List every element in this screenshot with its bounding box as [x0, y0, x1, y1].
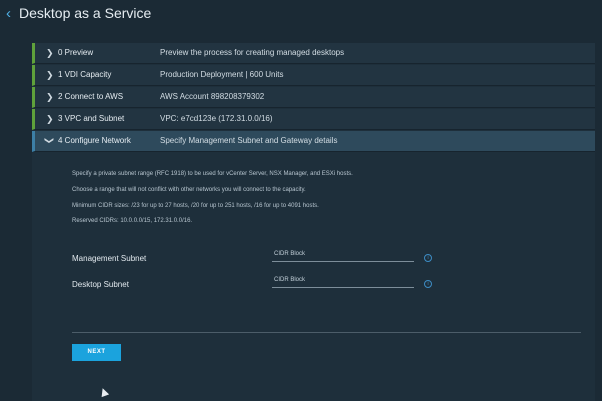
desktop-subnet-input[interactable]: CIDR Block: [272, 277, 414, 288]
step-vpc-subnet[interactable]: ❯ 3 VPC and Subnet VPC: e7cd123e (172.31…: [32, 109, 595, 130]
step-vdi-capacity[interactable]: ❯ 1 VDI Capacity Production Deployment |…: [32, 65, 595, 86]
info-text: Reserved CIDRs: 10.0.0.0/15, 172.31.0.0/…: [72, 218, 193, 224]
step-preview[interactable]: ❯ 0 Preview Preview the process for crea…: [32, 43, 595, 64]
chevron-right-icon: ❯: [46, 92, 54, 102]
info-icon[interactable]: i: [424, 254, 432, 262]
page-title: Desktop as a Service: [19, 5, 152, 21]
management-subnet-label: Management Subnet: [72, 254, 147, 263]
chevron-left-icon[interactable]: ‹: [6, 5, 11, 22]
step-label: 3 VPC and Subnet: [58, 114, 125, 123]
chevron-right-icon: ❯: [46, 70, 54, 80]
step-label: 2 Connect to AWS: [58, 92, 124, 101]
page-header: ‹ Desktop as a Service: [0, 0, 602, 30]
chevron-right-icon: ❯: [46, 114, 54, 124]
info-text: Specify a private subnet range (RFC 1918…: [72, 171, 353, 177]
chevron-right-icon: ❯: [46, 48, 54, 58]
step-description: Specify Management Subnet and Gateway de…: [160, 136, 338, 145]
info-text: Choose a range that will not conflict wi…: [72, 187, 306, 193]
step-description: VPC: e7cd123e (172.31.0.0/16): [160, 114, 273, 123]
step-connect-aws[interactable]: ❯ 2 Connect to AWS AWS Account 898208379…: [32, 87, 595, 108]
info-icon[interactable]: i: [424, 280, 432, 288]
management-subnet-input[interactable]: CIDR Block: [272, 251, 414, 262]
step-label: 4 Configure Network: [58, 136, 131, 145]
next-button[interactable]: NEXT: [72, 344, 121, 361]
step-description: Production Deployment | 600 Units: [160, 70, 284, 79]
step-description: AWS Account 898208379302: [160, 92, 265, 101]
step-configure-network[interactable]: ❯ 4 Configure Network Specify Management…: [32, 131, 595, 152]
chevron-down-icon: ❯: [44, 136, 55, 145]
step-label: 0 Preview: [58, 48, 94, 57]
info-text: Minimum CIDR sizes: /23 for up to 27 hos…: [72, 203, 319, 209]
divider: [72, 332, 581, 333]
step-description: Preview the process for creating managed…: [160, 48, 345, 57]
desktop-subnet-label: Desktop Subnet: [72, 280, 129, 289]
step-label: 1 VDI Capacity: [58, 70, 112, 79]
